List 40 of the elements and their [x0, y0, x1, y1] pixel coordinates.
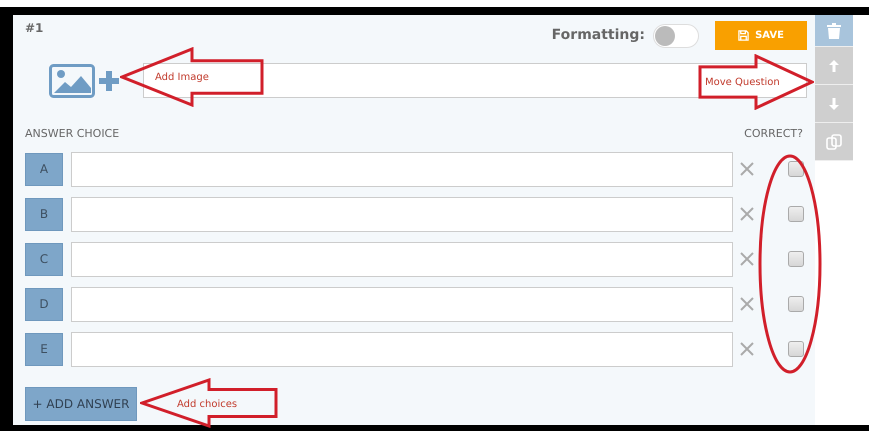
correct-header: CORRECT? — [744, 126, 803, 142]
answer-field[interactable] — [71, 332, 733, 366]
down-arrow-icon — [829, 98, 839, 110]
answer-field[interactable] — [71, 286, 733, 322]
choice-letter: C — [25, 242, 63, 276]
duplicate-button[interactable] — [815, 123, 853, 161]
annotation-label: Add Image — [155, 71, 209, 85]
choice-letter: B — [25, 198, 63, 230]
up-arrow-icon — [829, 60, 839, 72]
correct-checkbox[interactable] — [788, 206, 804, 222]
remove-icon[interactable] — [740, 297, 754, 311]
formatting-label: Formatting: — [552, 26, 645, 45]
question-number: #1 — [25, 20, 44, 35]
remove-icon[interactable] — [740, 252, 754, 266]
choice-letter: D — [25, 288, 63, 320]
plus-icon[interactable] — [99, 70, 119, 90]
copy-icon — [826, 134, 842, 150]
delete-button[interactable] — [815, 15, 853, 47]
correct-checkbox[interactable] — [788, 251, 804, 267]
remove-icon[interactable] — [740, 342, 754, 356]
save-icon — [738, 30, 750, 41]
move-up-button[interactable] — [815, 47, 853, 85]
choice-letter: A — [25, 152, 63, 186]
remove-icon[interactable] — [740, 162, 754, 176]
annotation-label: Add choices — [177, 398, 238, 412]
answer-field[interactable] — [71, 242, 733, 276]
remove-icon[interactable] — [740, 207, 754, 221]
correct-checkbox[interactable] — [788, 296, 804, 312]
question-field[interactable] — [143, 63, 807, 98]
answer-field[interactable] — [71, 152, 733, 186]
answer-field[interactable] — [71, 196, 733, 232]
annotation-label: Move Question — [705, 76, 780, 90]
add-answer-button[interactable]: + ADD ANSWER — [25, 386, 137, 420]
answer-choice-header: ANSWER CHOICE — [25, 126, 120, 142]
choice-letter: E — [25, 332, 63, 366]
move-down-button[interactable] — [815, 85, 853, 123]
trash-icon — [827, 22, 841, 38]
correct-checkbox[interactable] — [788, 341, 804, 357]
image-icon[interactable] — [49, 64, 95, 98]
formatting-toggle[interactable] — [653, 24, 699, 48]
